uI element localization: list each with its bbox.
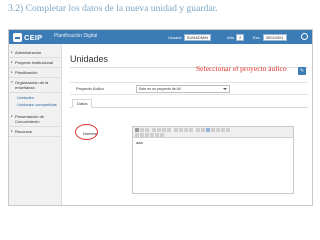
sidebar-item-proyecto-institucional[interactable]: ▸ Proyecto Institucional (9, 58, 61, 68)
highlight-icon[interactable] (140, 133, 144, 137)
tab-bar: Datos (70, 99, 308, 108)
underline-icon[interactable] (145, 128, 149, 132)
logo-text: CEIP (24, 32, 43, 42)
bold-icon[interactable] (135, 128, 139, 132)
edit-icon[interactable]: ✎ (298, 67, 306, 75)
school-label: Esc. (253, 34, 261, 40)
clear-format-icon[interactable] (145, 133, 149, 137)
tab-datos[interactable]: Datos (72, 99, 93, 108)
align-left-icon[interactable] (152, 128, 156, 132)
chevron-right-icon: ▸ (11, 129, 13, 133)
sidebar-item-planificacion[interactable]: ▸ Planificación (9, 68, 61, 78)
sidebar-item-presentacion[interactable]: ▸ Presentación de Conocimiento (9, 112, 61, 127)
undo-icon[interactable] (196, 128, 200, 132)
page-title: Unidades (70, 54, 109, 64)
sidebar-item-label: Planificación (15, 70, 38, 75)
user-select[interactable]: SUNADMIN (183, 33, 212, 41)
main-content: Unidades Seleccionar el proyecto áulico … (62, 44, 312, 205)
school-select[interactable]: 30010001 (262, 33, 287, 41)
justify-icon[interactable] (167, 128, 171, 132)
annotation-text: Seleccionar el proyecto áulico (196, 64, 287, 73)
redo-icon[interactable] (201, 128, 205, 132)
code-icon[interactable] (226, 128, 230, 132)
image-icon[interactable] (216, 128, 220, 132)
editor-toolbar (133, 127, 293, 138)
sidebar-subitem-unidades[interactable]: Unidades (9, 93, 61, 101)
chevron-down-icon: ▾ (11, 80, 13, 84)
chevron-right-icon: ▸ (11, 60, 13, 64)
sidebar-item-recursos[interactable]: ▸ Recursos (9, 127, 61, 137)
sidebar: ▸ Administración ▸ Proyecto Instituciona… (9, 44, 62, 205)
sidebar-subitem-unidades-compartidas[interactable]: Unidades compartidas (9, 101, 61, 108)
subscript-icon[interactable] (150, 133, 154, 137)
sidebar-item-administracion[interactable]: ▸ Administración (9, 48, 61, 58)
user-label: Usuario (168, 34, 182, 40)
outdent-icon[interactable] (184, 128, 188, 132)
bullet-list-icon[interactable] (174, 128, 178, 132)
year-control: Año 2 (227, 33, 245, 41)
ceip-logo[interactable]: CEIP (13, 32, 42, 42)
sidebar-item-label: Administración (15, 50, 42, 55)
sidebar-item-label: Proyecto Institucional (15, 60, 54, 65)
school-control: Esc. 30010001 (253, 33, 287, 41)
year-label: Año (227, 34, 235, 40)
proyecto-aulico-select[interactable]: Este es un proyecto de Ali (136, 85, 230, 93)
editor-content[interactable]: aaa (136, 140, 143, 145)
table-icon[interactable] (221, 128, 225, 132)
sidebar-item-label: Organización de la enseñanza (15, 80, 49, 90)
sidebar-item-label: Recursos (15, 129, 32, 134)
year-select[interactable]: 2 (236, 33, 245, 41)
top-bar: CEIP Planificación Digital Usuario SUNAD… (9, 30, 312, 44)
align-center-icon[interactable] (157, 128, 161, 132)
unlink-icon[interactable] (211, 128, 215, 132)
app-screenshot: CEIP Planificación Digital Usuario SUNAD… (8, 29, 313, 206)
app-title: Planificación Digital (54, 33, 98, 39)
ceip-logo-icon (13, 32, 22, 42)
sidebar-item-label: Presentación de Conocimiento (15, 114, 44, 124)
slide-heading: 3.2) Completar los datos de la nueva uni… (8, 3, 218, 14)
chevron-right-icon: ▸ (11, 50, 13, 54)
superscript-icon[interactable] (155, 133, 159, 137)
chevron-right-icon: ▸ (11, 114, 13, 118)
special-char-icon[interactable] (160, 133, 164, 137)
sidebar-item-organizacion[interactable]: ▾ Organización de la enseñanza (9, 78, 61, 93)
italic-icon[interactable] (140, 128, 144, 132)
nombre-rich-text-editor[interactable]: aaa (132, 126, 294, 194)
link-icon[interactable] (206, 128, 210, 132)
proyecto-aulico-label: Proyecto Áulico (76, 86, 104, 91)
user-control: Usuario SUNADMIN (168, 33, 212, 41)
nombre-label: Nombre (83, 131, 98, 136)
align-right-icon[interactable] (162, 128, 166, 132)
logout-icon[interactable] (301, 33, 308, 40)
numbered-list-icon[interactable] (179, 128, 183, 132)
chevron-right-icon: ▸ (11, 70, 13, 74)
filter-row: Proyecto Áulico Este es un proyecto de A… (70, 82, 308, 95)
indent-icon[interactable] (189, 128, 193, 132)
font-color-icon[interactable] (135, 133, 139, 137)
